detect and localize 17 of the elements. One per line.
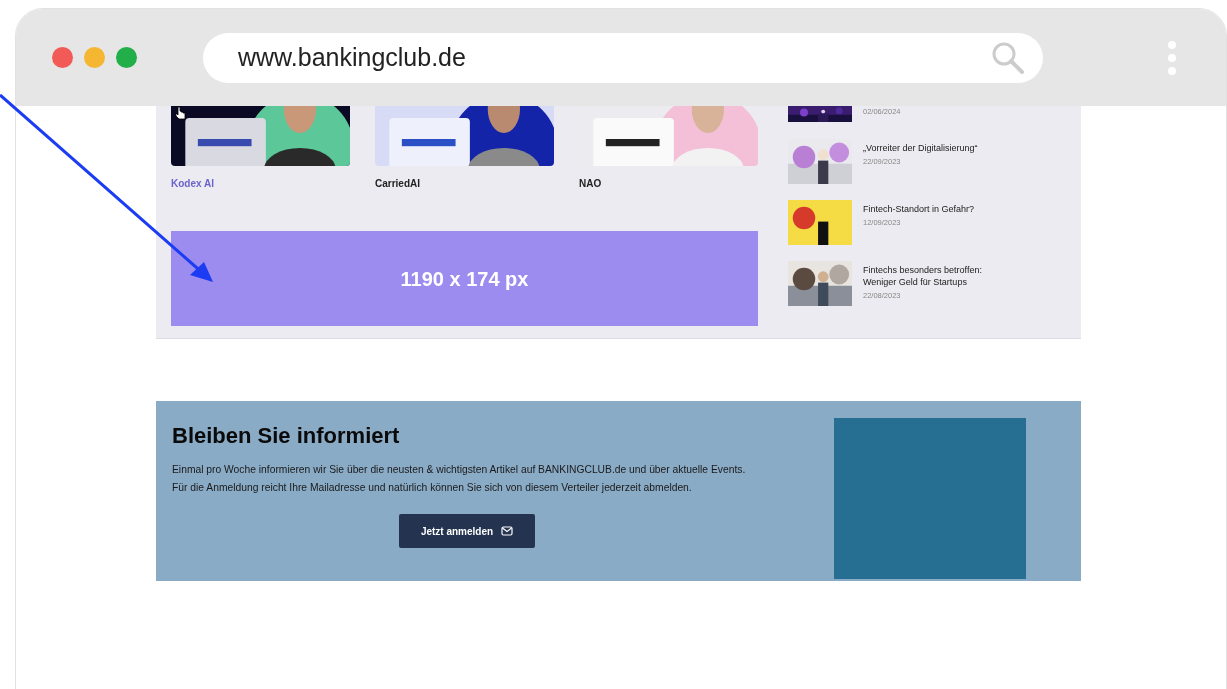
- newsletter-text: Einmal pro Woche informieren wir Sie über die neusten & wichtigsten Artikel auf BANKINGCLUB.de und über aktuelle Events. Für die Anmeldung reicht Ihre Mailadresse und natürlich können Sie sich von diesem Verteiler jederzeit abmelden.: [172, 463, 747, 496]
- menu-icon[interactable]: [1167, 39, 1177, 76]
- newsletter-heading: Bleiben Sie informiert: [172, 423, 401, 450]
- subscribe-button[interactable]: Jetzt anmelden: [398, 514, 536, 549]
- partner-link[interactable]: Kodex AI: [171, 176, 350, 191]
- partner-link[interactable]: NAO: [579, 176, 758, 191]
- maximize-button[interactable]: [116, 47, 137, 68]
- minimize-button[interactable]: [84, 47, 105, 68]
- news-title-link[interactable]: Fintechs besonders betroffen: Weniger Geld für Startups: [863, 264, 998, 288]
- mail-icon: [501, 526, 514, 537]
- news-title-link[interactable]: „Vorreiter der Digitalisierung“: [863, 142, 978, 154]
- search-icon[interactable]: [991, 40, 1025, 75]
- address-bar[interactable]: www.bankingclub.de: [203, 32, 1043, 83]
- news-title-link[interactable]: Fintech-Standort in Gefahr?: [863, 203, 975, 215]
- partner-link[interactable]: CarriedAI: [375, 176, 554, 191]
- close-button[interactable]: [52, 47, 73, 68]
- url-text: www.bankingclub.de: [238, 41, 467, 73]
